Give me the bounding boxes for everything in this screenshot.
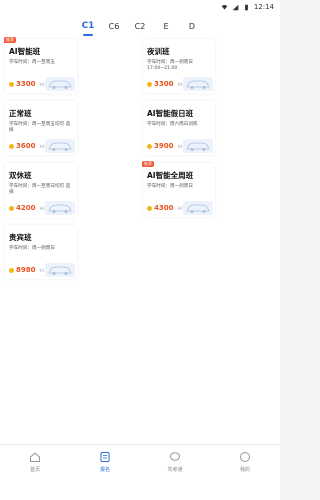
nav-exam-label: 驾考通 <box>167 467 183 473</box>
class-card[interactable]: 贵宾班学车时间：周一到周日8980¥15800 <box>5 225 77 279</box>
tab-e[interactable]: E <box>153 22 179 36</box>
signup-icon <box>100 452 110 462</box>
class-time: 学车时间：周六周日训练 <box>147 122 211 128</box>
class-time-value: 周六周日训练 <box>169 122 198 127</box>
nav-signup-label: 报名 <box>99 467 110 473</box>
class-time-label: 学车时间： <box>147 122 170 127</box>
tab-d[interactable]: D <box>179 22 205 36</box>
class-title: 双休班 <box>9 171 32 180</box>
nav-home-label: 首页 <box>29 467 40 473</box>
tab-c1[interactable]: C1 <box>75 21 101 36</box>
class-time-label: 学车时间： <box>9 60 32 65</box>
class-time-label: 学车时间： <box>9 246 32 251</box>
class-card[interactable]: 双休班学车时间：周一至周日均可 选择4200¥4800 <box>5 163 77 217</box>
nav-signup[interactable]: 报名 <box>85 445 125 500</box>
hot-badge: 推荐 <box>142 161 154 167</box>
class-time: 学车时间：周一到周日 17:00~21:00 <box>147 60 211 72</box>
class-time: 学车时间：周一到周日 <box>9 246 73 252</box>
class-title: 贵宾班 <box>9 233 32 242</box>
coin-icon <box>9 143 14 149</box>
home-icon <box>30 452 40 462</box>
class-title: AI智能班 <box>9 47 41 56</box>
class-card[interactable]: 夜训班学车时间：周一到周日 17:00~21:003300¥4800 <box>143 39 215 93</box>
license-type-tabs: C1 C6 C2 E D <box>0 14 280 36</box>
hot-badge: 推荐 <box>4 37 16 43</box>
car-icon <box>183 201 213 215</box>
car-icon <box>183 77 213 91</box>
car-icon <box>45 139 75 153</box>
coin-icon <box>9 267 14 273</box>
nav-home[interactable]: 首页 <box>15 445 55 500</box>
wifi-icon <box>221 4 228 10</box>
battery-icon <box>244 4 248 10</box>
class-title: 夜训班 <box>147 47 170 56</box>
class-time-label: 学车时间： <box>147 184 170 189</box>
price: 4200 <box>16 204 36 212</box>
class-title: AI智能全周班 <box>147 171 194 180</box>
class-time-label: 学车时间： <box>9 184 32 189</box>
coin-icon <box>147 81 152 87</box>
chat-icon <box>170 452 180 461</box>
class-list: 推荐AI智能班学车时间：周一至周五3300¥4800夜训班学车时间：周一到周日 … <box>0 36 280 444</box>
class-card[interactable]: 推荐AI智能班学车时间：周一至周五3300¥4800 <box>4 37 77 93</box>
price: 3600 <box>16 142 36 150</box>
status-bar: 12:14 <box>0 0 280 14</box>
coin-icon <box>9 81 14 87</box>
class-time-value: 周一到周日 <box>169 184 193 189</box>
price: 3900 <box>154 142 174 150</box>
class-time: 学车时间：周一到周日 <box>147 184 211 190</box>
car-icon <box>45 201 75 215</box>
class-time-label: 学车时间： <box>9 122 32 127</box>
price: 3300 <box>154 80 174 88</box>
car-icon <box>45 77 75 91</box>
class-time: 学车时间：周一至周五 <box>9 60 73 66</box>
price: 3300 <box>16 80 36 88</box>
class-title: 正常班 <box>9 109 32 118</box>
price: 8980 <box>16 266 36 274</box>
nav-profile-label: 我的 <box>239 467 250 473</box>
profile-icon <box>240 452 250 462</box>
price: 4300 <box>154 204 174 212</box>
signal-icon <box>232 4 239 10</box>
class-card[interactable]: 正常班学车时间：周一至周五均可 选择3600¥4800 <box>5 101 77 155</box>
class-time-value: 周一到周日 <box>31 246 55 251</box>
tab-c6[interactable]: C6 <box>101 22 127 36</box>
class-title: AI智能假日班 <box>147 109 194 118</box>
class-card[interactable]: 推荐AI智能全周班学车时间：周一到周日4300¥4800 <box>142 161 215 217</box>
coin-icon <box>147 205 152 211</box>
nav-exam[interactable]: 驾考通 <box>155 445 195 500</box>
class-time: 学车时间：周一至周五均可 选择 <box>9 122 73 134</box>
class-time: 学车时间：周一至周日均可 选择 <box>9 184 73 196</box>
coin-icon <box>147 143 152 149</box>
car-icon <box>45 263 75 277</box>
car-icon <box>183 139 213 153</box>
nav-profile[interactable]: 我的 <box>225 445 265 500</box>
class-card[interactable]: AI智能假日班学车时间：周六周日训练3900¥4800 <box>143 101 215 155</box>
class-time-value: 周一至周五 <box>31 60 55 65</box>
class-time-label: 学车时间： <box>147 60 170 65</box>
tab-c2[interactable]: C2 <box>127 22 153 36</box>
bottom-nav: 首页 报名 驾考通 我的 <box>0 444 280 500</box>
coin-icon <box>9 205 14 211</box>
status-time: 12:14 <box>253 3 274 11</box>
